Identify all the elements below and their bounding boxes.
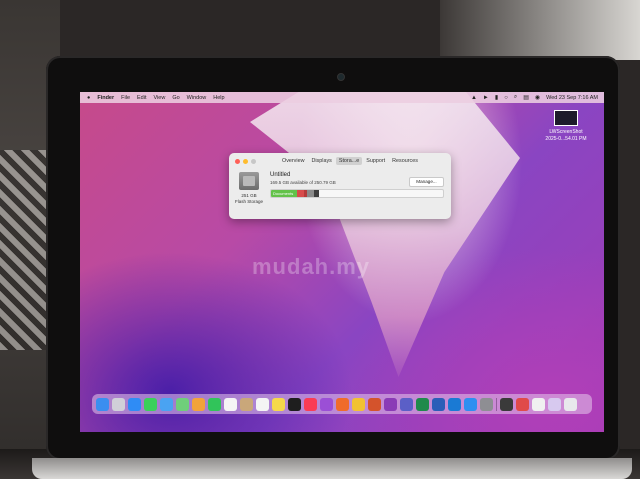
- messages-icon[interactable]: [144, 397, 157, 411]
- mail-icon[interactable]: [160, 397, 173, 411]
- zoom-icon[interactable]: [251, 159, 256, 164]
- tab-bar: Overview Displays Stora...e Support Reso…: [279, 157, 421, 165]
- appstore-icon[interactable]: [464, 397, 477, 411]
- window-controls: [235, 159, 256, 164]
- launchpad-icon[interactable]: [112, 397, 125, 411]
- wifi-icon[interactable]: ○: [504, 95, 508, 101]
- word-icon[interactable]: [432, 397, 445, 411]
- contacts-icon[interactable]: [240, 397, 253, 411]
- music-icon[interactable]: [304, 397, 317, 411]
- storage-usage-bar: Documents: [270, 189, 444, 198]
- photos-icon[interactable]: [192, 397, 205, 411]
- storage-segment-data[interactable]: [313, 190, 320, 197]
- podcasts-icon[interactable]: [320, 397, 333, 411]
- chrome-icon[interactable]: [352, 397, 365, 411]
- about-this-mac-window: Overview Displays Stora...e Support Reso…: [229, 153, 451, 219]
- finder-icon[interactable]: [96, 397, 109, 411]
- tab-resources[interactable]: Resources: [389, 157, 421, 165]
- screen-recording-icon[interactable]: ▲: [471, 95, 477, 101]
- search-icon[interactable]: ⌕: [514, 94, 517, 101]
- control-center-icon[interactable]: ▤: [523, 94, 529, 101]
- disk-capacity: 251 GB: [241, 193, 257, 198]
- utility-icon[interactable]: [532, 397, 545, 411]
- teams-icon[interactable]: [400, 397, 413, 411]
- maps-icon[interactable]: [176, 397, 189, 411]
- menu-finder[interactable]: Finder: [97, 95, 114, 101]
- disk-type: Flash Storage: [234, 199, 263, 204]
- excel-icon[interactable]: [416, 397, 429, 411]
- apple-menu-icon[interactable]: ●: [87, 95, 90, 101]
- reminders-icon[interactable]: [256, 397, 269, 411]
- wallpaper-mountain: [250, 92, 520, 377]
- available-space: 169.5 GB available of 250.79 GB: [270, 180, 336, 185]
- notes-icon[interactable]: [272, 397, 285, 411]
- minimize-icon[interactable]: [243, 159, 248, 164]
- laptop-base: [32, 458, 632, 479]
- manage-button[interactable]: Manage...: [409, 177, 444, 187]
- close-icon[interactable]: [235, 159, 240, 164]
- storage-segment-documents[interactable]: Documents: [271, 190, 297, 197]
- tab-storage[interactable]: Stora...e: [335, 157, 363, 165]
- firefox-icon[interactable]: [336, 397, 349, 411]
- desktop-file-name-line1: LWScreenShot: [549, 129, 583, 135]
- safari-icon[interactable]: [128, 397, 141, 411]
- trash-icon[interactable]: [564, 397, 577, 411]
- storage-segment-apps[interactable]: [296, 190, 304, 197]
- menu-help[interactable]: Help: [213, 95, 224, 101]
- menu-clock[interactable]: Wed 23 Sep 7:16 AM: [546, 95, 598, 101]
- outlook-icon[interactable]: [448, 397, 461, 411]
- tab-overview[interactable]: Overview: [279, 157, 307, 165]
- storage-segment-system[interactable]: [307, 190, 314, 197]
- status-area: ▲ ► ▮ ○ ⌕ ▤ ◉ Wed 23 Sep 7:16 AM: [471, 92, 598, 103]
- screenshot-app-icon[interactable]: [500, 397, 513, 411]
- flash-storage-disk-icon: [239, 172, 259, 190]
- dock: [92, 394, 592, 414]
- settings-icon[interactable]: [480, 397, 493, 411]
- volume-icon[interactable]: ►: [483, 95, 489, 101]
- menu-view[interactable]: View: [154, 95, 166, 101]
- menu-go[interactable]: Go: [172, 95, 179, 101]
- desktop-file-name-line2: 2025-0...54.01 PM: [545, 136, 587, 142]
- battery-icon[interactable]: ▮: [495, 94, 498, 101]
- tab-support[interactable]: Support: [363, 157, 388, 165]
- calendar-icon[interactable]: [224, 397, 237, 411]
- powerpoint-icon[interactable]: [368, 397, 381, 411]
- menu-window[interactable]: Window: [187, 95, 207, 101]
- onenote-icon[interactable]: [384, 397, 397, 411]
- watermark-text: mudah.my: [252, 254, 371, 279]
- tab-displays[interactable]: Displays: [308, 157, 334, 165]
- preview-icon[interactable]: [516, 397, 529, 411]
- siri-icon[interactable]: ◉: [535, 94, 540, 101]
- screenshot-thumbnail-icon: [554, 110, 578, 126]
- facetime-icon[interactable]: [208, 397, 221, 411]
- menu-edit[interactable]: Edit: [137, 95, 146, 101]
- macos-desktop: ● Finder File Edit View Go Window Help ▲…: [80, 92, 604, 432]
- webcam: [337, 73, 345, 81]
- menu-file[interactable]: File: [121, 95, 130, 101]
- dock-separator: [496, 397, 497, 411]
- desktop-file-screenshot[interactable]: LWScreenShot 2025-0...54.01 PM: [536, 110, 596, 143]
- patterned-fabric: [0, 150, 52, 350]
- appletv-icon[interactable]: [288, 397, 301, 411]
- volume-name: Untitled: [270, 172, 291, 178]
- background-wall: [440, 0, 640, 60]
- folder-icon[interactable]: [548, 397, 561, 411]
- menu-bar: ● Finder File Edit View Go Window Help ▲…: [80, 92, 604, 103]
